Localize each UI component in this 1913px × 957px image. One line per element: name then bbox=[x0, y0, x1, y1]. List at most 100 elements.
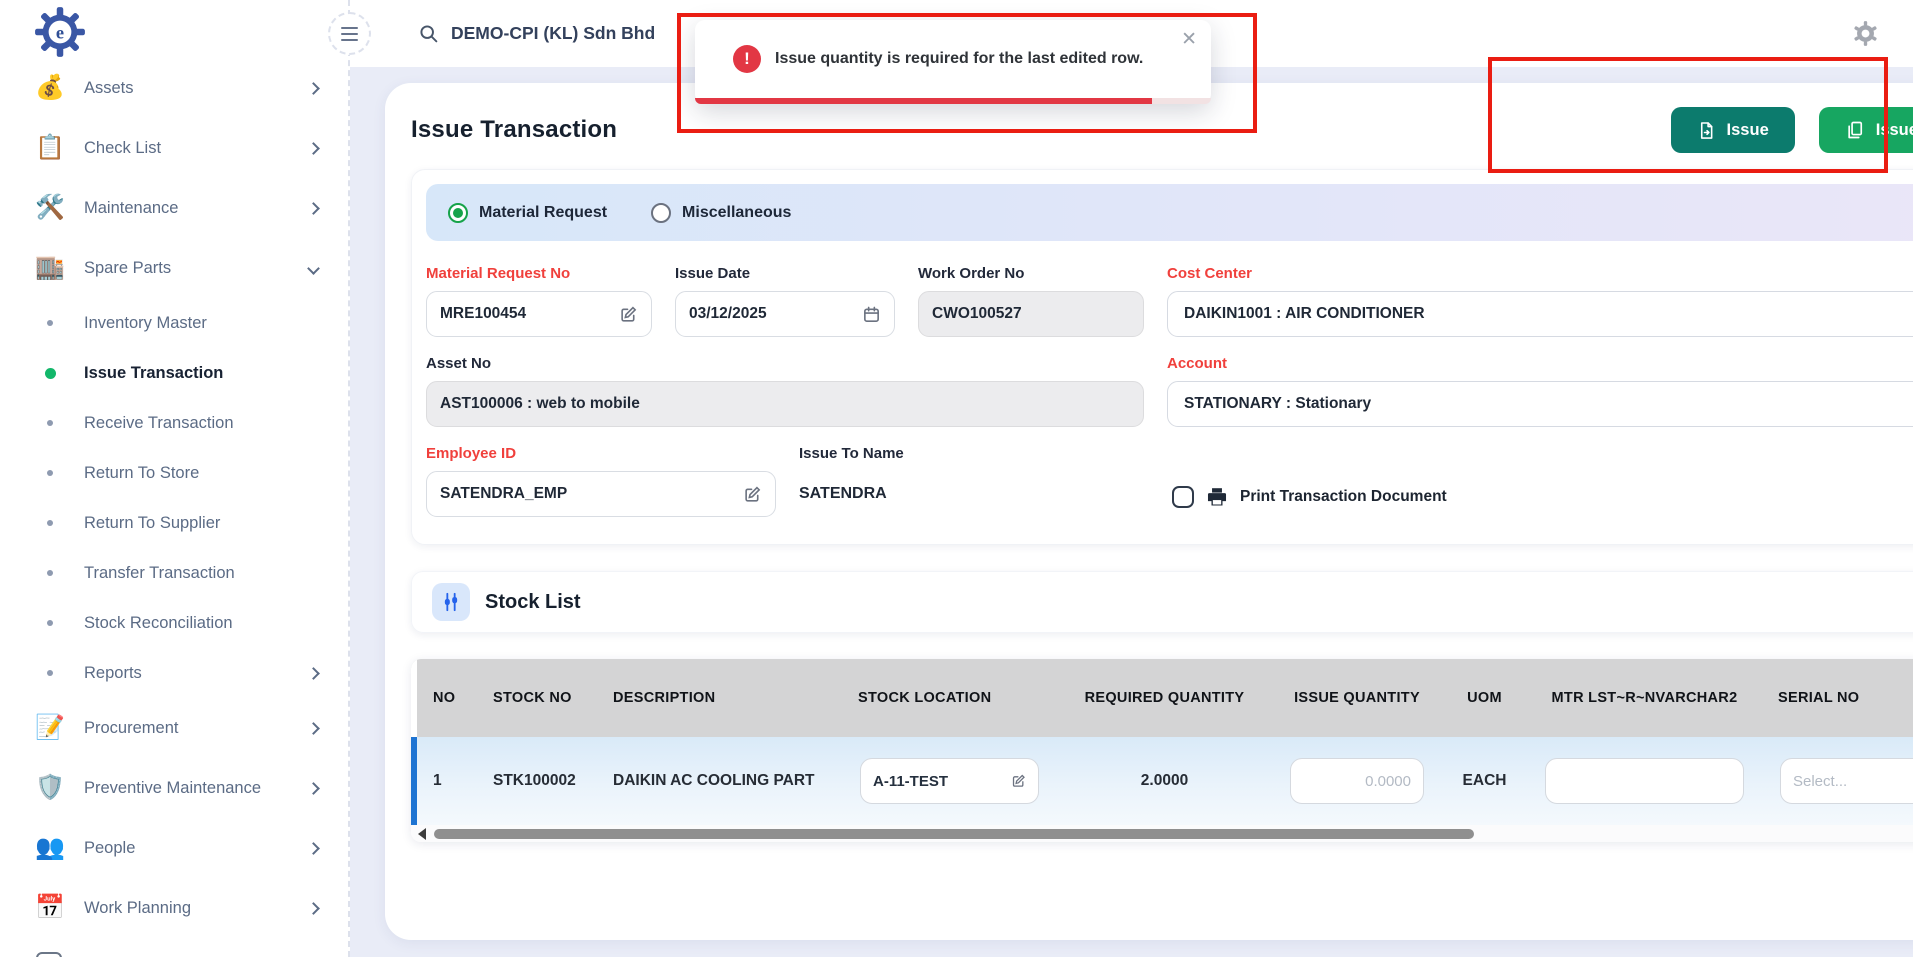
sidebar-item-return-to-store[interactable]: Return To Store bbox=[0, 448, 348, 498]
chevron-right-icon bbox=[307, 142, 320, 155]
sidebar-item-spare-parts[interactable]: 🏬 Spare Parts bbox=[0, 238, 348, 298]
bullet-icon bbox=[30, 670, 70, 676]
sidebar-item-procurement[interactable]: 📝 Procurement bbox=[0, 698, 348, 758]
search-icon bbox=[418, 23, 439, 44]
col-description: DESCRIPTION bbox=[597, 690, 842, 706]
stock-location-input[interactable] bbox=[873, 773, 1003, 790]
employee-id-input-wrap bbox=[426, 471, 776, 517]
radio-miscellaneous[interactable]: Miscellaneous bbox=[651, 203, 791, 223]
active-dot-icon bbox=[30, 368, 70, 379]
sidebar-item-receive-transaction[interactable]: Receive Transaction bbox=[0, 398, 348, 448]
sidebar-item-label: Stock Reconciliation bbox=[84, 614, 318, 633]
printer-icon bbox=[1206, 486, 1228, 508]
procurement-icon: 📝 bbox=[30, 716, 70, 740]
sidebar-item-people[interactable]: 👥 People bbox=[0, 818, 348, 878]
chevron-right-icon bbox=[307, 722, 320, 735]
employee-id-input[interactable] bbox=[440, 485, 735, 503]
print-checkbox[interactable] bbox=[1172, 486, 1194, 508]
sidebar-item-preventive-maintenance[interactable]: 🛡️ Preventive Maintenance bbox=[0, 758, 348, 818]
sidebar-item-issue-transaction[interactable]: Issue Transaction bbox=[0, 348, 348, 398]
topbar-right: ER bbox=[1852, 10, 1913, 58]
issue-all-button[interactable]: Issue All bbox=[1819, 107, 1913, 153]
sidebar-item-label: Procurement bbox=[84, 719, 309, 738]
form-row-1: Material Request No Issue Date bbox=[426, 265, 1913, 337]
sidebar-item-transfer-transaction[interactable]: Transfer Transaction bbox=[0, 548, 348, 598]
field-employee-id: Employee ID bbox=[426, 445, 776, 520]
toast-message: Issue quantity is required for the last … bbox=[775, 50, 1143, 68]
stock-table-scroll: NO STOCK NO DESCRIPTION STOCK LOCATION R… bbox=[411, 659, 1913, 825]
issue-button-label: Issue bbox=[1727, 121, 1769, 140]
issue-to-name-value: SATENDRA bbox=[799, 471, 1129, 517]
issue-quantity-input[interactable] bbox=[1303, 773, 1411, 790]
settings-gear-icon[interactable] bbox=[1852, 20, 1879, 47]
radio-label: Material Request bbox=[479, 204, 607, 222]
edit-pencil-icon[interactable] bbox=[743, 485, 762, 504]
error-exclamation-icon: ! bbox=[733, 45, 761, 73]
sliders-icon bbox=[440, 591, 462, 613]
stock-list-icon-box bbox=[432, 583, 470, 621]
issue-button[interactable]: Issue bbox=[1671, 107, 1795, 153]
sidebar-item-check-list[interactable]: 📋 Check List bbox=[0, 118, 348, 178]
sidebar-item-reports[interactable]: Reports bbox=[0, 648, 348, 698]
sidebar-item-return-to-supplier[interactable]: Return To Supplier bbox=[0, 498, 348, 548]
assets-icon: 💰 bbox=[30, 76, 70, 100]
radio-selected-icon bbox=[448, 203, 468, 223]
radio-material-request[interactable]: Material Request bbox=[448, 203, 607, 223]
cell-issue-quantity bbox=[1272, 758, 1442, 804]
tools-icon: 🛠️ bbox=[30, 196, 70, 220]
field-label: Issue Date bbox=[675, 265, 895, 282]
sidebar-item-maintenance[interactable]: 🛠️ Maintenance bbox=[0, 178, 348, 238]
issue-quantity-input-wrap bbox=[1290, 758, 1424, 804]
field-label: Issue To Name bbox=[799, 445, 1129, 462]
chevron-right-icon bbox=[307, 782, 320, 795]
scrollbar-thumb[interactable] bbox=[434, 829, 1474, 839]
cost-center-select[interactable]: DAIKIN1001 : AIR CONDITIONER bbox=[1167, 291, 1913, 337]
mtr-lst-input[interactable] bbox=[1558, 773, 1731, 790]
chevron-right-icon bbox=[307, 902, 320, 915]
field-label: Asset No bbox=[426, 355, 1144, 372]
account-select[interactable]: STATIONARY : Stationary bbox=[1167, 381, 1913, 427]
sidebar-item-work-planning[interactable]: 📅 Work Planning bbox=[0, 878, 348, 938]
chevron-right-icon bbox=[307, 667, 320, 680]
warehouse-icon: 🏬 bbox=[30, 256, 70, 280]
edit-pencil-icon[interactable] bbox=[619, 305, 638, 324]
work-order-no-value: CWO100527 bbox=[932, 305, 1022, 323]
field-label: Work Order No bbox=[918, 265, 1144, 282]
stock-table-card: NO STOCK NO DESCRIPTION STOCK LOCATION R… bbox=[411, 659, 1913, 842]
sidebar-toggle-button[interactable] bbox=[328, 12, 371, 55]
form-row-2: Asset No AST100006 : web to mobile Accou… bbox=[426, 355, 1913, 427]
company-name: DEMO-CPI (KL) Sdn Bhd bbox=[451, 23, 655, 44]
calendar-icon[interactable] bbox=[862, 305, 881, 324]
issue-date-input[interactable] bbox=[689, 305, 854, 323]
field-label: Cost Center bbox=[1167, 265, 1913, 282]
content-area: Issue Transaction Issue Issu bbox=[350, 67, 1913, 957]
cell-description: DAIKIN AC COOLING PART bbox=[597, 772, 842, 790]
field-account: Account STATIONARY : Stationary bbox=[1167, 355, 1913, 427]
copy-pages-icon bbox=[1845, 120, 1865, 140]
scroll-left-arrow-icon[interactable] bbox=[418, 828, 426, 840]
request-type-bar: Material Request Miscellaneous bbox=[426, 184, 1913, 241]
sidebar-item-label: Spare Parts bbox=[84, 259, 309, 278]
sidebar-item-assets[interactable]: 💰 Assets bbox=[0, 58, 348, 118]
sidebar-item-label: Receive Transaction bbox=[84, 414, 318, 433]
bullet-icon bbox=[30, 420, 70, 426]
sidebar-item-label: Transfer Transaction bbox=[84, 564, 318, 583]
horizontal-scrollbar[interactable] bbox=[411, 825, 1913, 842]
radio-label: Miscellaneous bbox=[682, 204, 791, 222]
field-issue-date: Issue Date bbox=[675, 265, 895, 337]
shield-warning-icon: 🛡️ bbox=[30, 776, 70, 800]
material-request-no-input[interactable] bbox=[440, 305, 611, 323]
sidebar-item-stock-reconciliation[interactable]: Stock Reconciliation bbox=[0, 598, 348, 648]
sidebar-item-inventory-master[interactable]: Inventory Master bbox=[0, 298, 348, 348]
asset-no-field: AST100006 : web to mobile bbox=[426, 381, 1144, 427]
edit-pencil-icon[interactable] bbox=[1011, 772, 1026, 790]
issue-date-input-wrap bbox=[675, 291, 895, 337]
field-asset-no: Asset No AST100006 : web to mobile bbox=[426, 355, 1144, 427]
col-serial-no: SERIAL NO bbox=[1762, 690, 1913, 706]
global-search[interactable]: DEMO-CPI (KL) Sdn Bhd bbox=[418, 23, 655, 44]
app-logo[interactable]: e bbox=[0, 0, 348, 58]
stock-table: NO STOCK NO DESCRIPTION STOCK LOCATION R… bbox=[411, 659, 1913, 825]
toast-close-icon[interactable]: ✕ bbox=[1181, 30, 1197, 49]
serial-no-select[interactable] bbox=[1793, 773, 1913, 790]
sidebar-item-label: People bbox=[84, 839, 309, 858]
